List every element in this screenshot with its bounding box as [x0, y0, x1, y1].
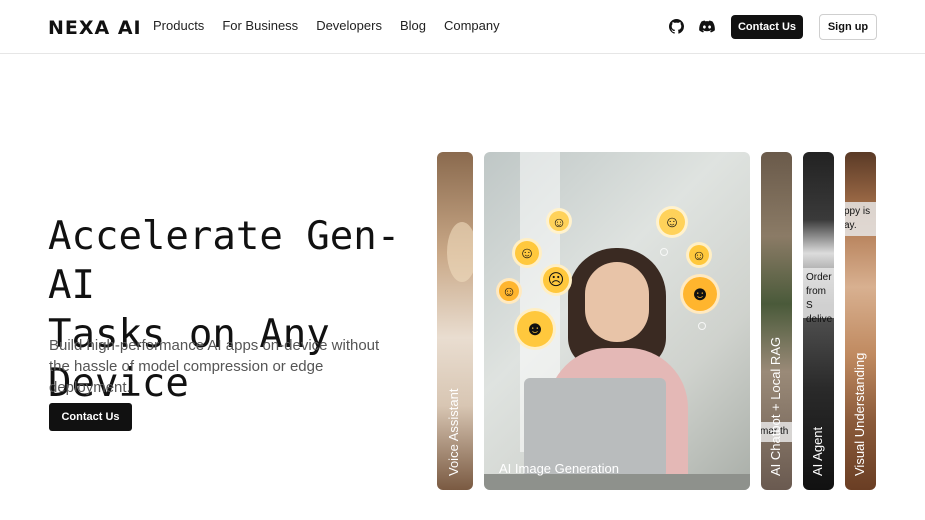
agent-snippet: Order from S delive [803, 268, 834, 325]
card-voice-assistant[interactable]: Voice Assistant [437, 152, 473, 490]
discord-icon[interactable] [699, 18, 715, 34]
nav-developers[interactable]: Developers [316, 18, 382, 33]
visual-snippet-line-2: ay. [845, 220, 857, 231]
nav-company[interactable]: Company [444, 18, 500, 33]
bubble-dot [698, 322, 706, 330]
emoji-bubble-icon: ☺ [656, 206, 688, 238]
emoji-bubble-icon: ☺ [512, 238, 542, 268]
card-chatbot-label: AI Chatbot + Local RAG [768, 336, 783, 476]
emoji-bubble-icon: ☺ [686, 242, 712, 268]
card-voice-label: Voice Assistant [446, 388, 461, 476]
card-ai-agent[interactable]: Order from S delive AI Agent [803, 152, 834, 490]
emoji-bubble-icon: ☻ [680, 274, 720, 314]
nav-blog[interactable]: Blog [400, 18, 426, 33]
nav-products[interactable]: Products [153, 18, 204, 33]
contact-us-button[interactable]: Contact Us [731, 15, 803, 39]
emoji-bubble-icon: ☺ [496, 278, 522, 304]
nav-for-business[interactable]: For Business [222, 18, 298, 33]
hero-title-line-1: Accelerate Gen-AI [48, 214, 401, 308]
agent-snippet-line-3: delive [806, 314, 833, 325]
top-navigation-bar: NEXA AI Products For Business Developers… [0, 0, 925, 54]
nexa-ai-logo[interactable]: NEXA AI [48, 17, 142, 39]
agent-snippet-line-1: Order [806, 272, 832, 283]
card-agent-label: AI Agent [810, 426, 825, 476]
emoji-bubble-icon: ☻ [514, 308, 556, 350]
hero-subtitle: Build high-performance AI apps on-device… [49, 337, 380, 396]
visual-snippet: ppy is ay. [845, 202, 876, 236]
emoji-bubble-icon: ☺ [546, 208, 572, 234]
bubble-dot [660, 248, 668, 256]
github-icon[interactable] [668, 18, 684, 34]
main-nav: Products For Business Developers Blog Co… [153, 18, 500, 33]
card-voice-photo-figure [447, 222, 473, 282]
sign-up-button[interactable]: Sign up [819, 14, 877, 40]
card-image-gen-label: AI Image Generation [499, 461, 619, 476]
hero-contact-us-button[interactable]: Contact Us [49, 403, 132, 431]
person-face [585, 262, 649, 342]
desk [484, 474, 750, 490]
visual-snippet-line-1: ppy is [845, 206, 871, 217]
card-visual-understanding[interactable]: ppy is ay. Visual Understanding [845, 152, 876, 490]
card-visual-label: Visual Understanding [852, 352, 867, 476]
agent-snippet-line-2: from S [806, 286, 826, 311]
card-ai-image-generation[interactable]: ☺ ☺ ☹ ☺ ☻ ☺ ☺ ☻ AI Image Generation [484, 152, 750, 490]
emoji-bubble-icon: ☹ [540, 264, 572, 296]
card-ai-chatbot-rag[interactable]: mar th AI Chatbot + Local RAG [761, 152, 792, 490]
